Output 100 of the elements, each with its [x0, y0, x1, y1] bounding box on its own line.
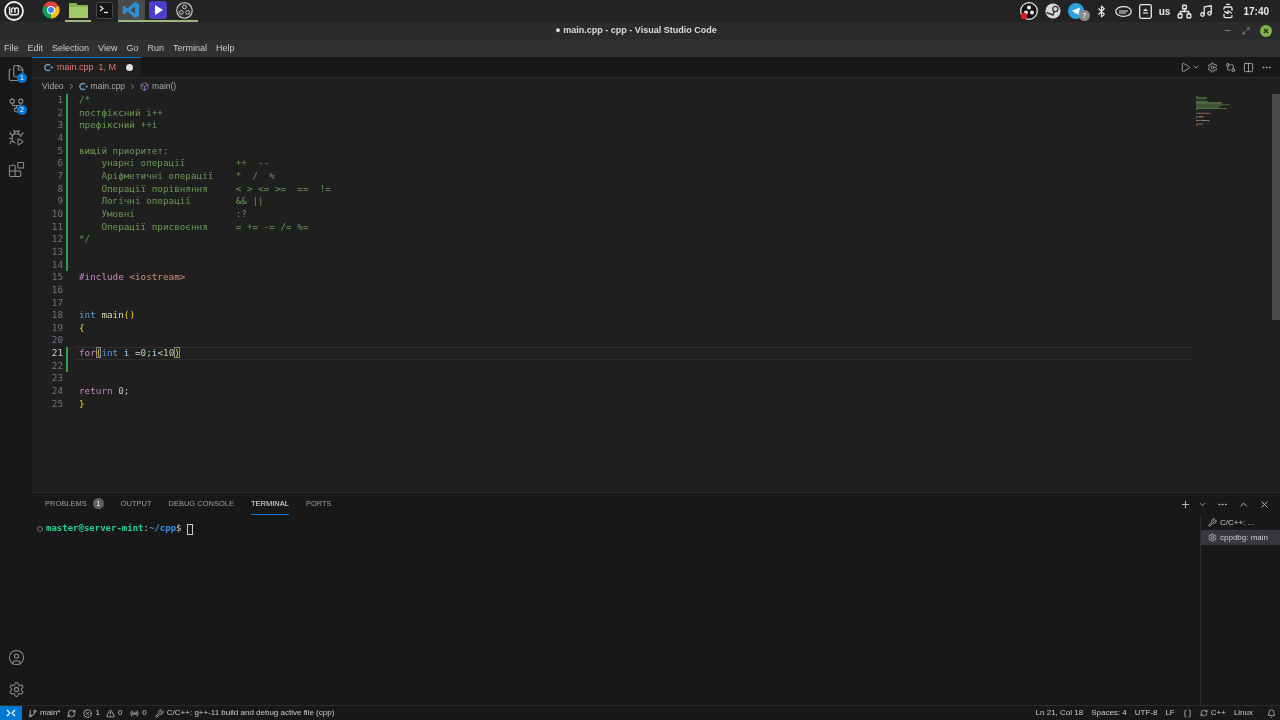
- run-icon[interactable]: [1180, 61, 1191, 73]
- close-icon[interactable]: [1260, 24, 1272, 37]
- code-line: int main(): [78, 309, 135, 322]
- files-icon[interactable]: [7, 64, 25, 82]
- paper-plane-icon[interactable]: [1067, 3, 1084, 19]
- file-type-icon: [78, 81, 88, 91]
- caret-icon[interactable]: [1192, 63, 1200, 71]
- line-number: 4: [56, 131, 63, 145]
- music-icon[interactable]: [1199, 4, 1214, 18]
- code-line: вищій приоритет:: [78, 144, 169, 158]
- play-icon: [149, 1, 168, 19]
- line-number: 21: [50, 347, 63, 360]
- line-number: 17: [50, 296, 63, 310]
- menu-item[interactable]: Edit: [27, 42, 44, 54]
- file-type-icon: [44, 63, 53, 72]
- line-number: 12: [50, 233, 63, 246]
- platform[interactable]: Linux: [1229, 706, 1257, 720]
- editor-tab[interactable]: main.cpp 1, M: [32, 57, 142, 77]
- sync-icon[interactable]: [67, 708, 77, 718]
- code-line: for(int i =0;i<10): [75, 347, 1192, 360]
- task-button[interactable]: C/C++: g++-11 build and debug active file (cpp): [150, 706, 339, 720]
- line-number: 7: [56, 169, 63, 183]
- bell-icon[interactable]: [1267, 708, 1276, 718]
- terminal-list-item[interactable]: cppdbg: main: [1201, 530, 1280, 545]
- add-icon[interactable]: [1180, 498, 1191, 510]
- clock[interactable]: 17:40: [1243, 3, 1269, 19]
- recording-icon[interactable]: [1019, 2, 1038, 20]
- remote-icon: [6, 709, 16, 717]
- line-number: 25: [50, 397, 63, 411]
- minimap[interactable]: [1196, 96, 1232, 126]
- line-number: 3: [56, 119, 63, 132]
- menu-item[interactable]: Run: [147, 42, 164, 54]
- branch-icon: [28, 708, 37, 718]
- language-mode[interactable]: C++: [1195, 706, 1230, 720]
- warning-icon: [105, 708, 115, 718]
- line-number: 15: [50, 271, 63, 284]
- menu-item[interactable]: Go: [126, 42, 139, 54]
- breadcrumb-item[interactable]: Video: [42, 79, 64, 93]
- code-line: Операції присвоєння = += -= /= %=: [100, 220, 309, 234]
- branch-button[interactable]: main*: [24, 706, 65, 720]
- account-icon[interactable]: [7, 648, 25, 666]
- line-number: 9: [56, 195, 63, 208]
- close-icon[interactable]: [1259, 498, 1270, 510]
- run-debug-icon[interactable]: [7, 128, 25, 146]
- line-number: 24: [50, 385, 63, 398]
- menu-item[interactable]: Selection: [52, 42, 90, 54]
- maximize-icon[interactable]: [1242, 26, 1250, 35]
- terminal-cursor-icon: [187, 523, 194, 535]
- code-line: Логічні операції && ||: [100, 195, 264, 208]
- braces-icon[interactable]: [1182, 708, 1192, 718]
- line-number: 8: [56, 182, 63, 196]
- code-editor-icon: [122, 1, 141, 19]
- line-number: 6: [56, 157, 63, 170]
- breadcrumb-item[interactable]: main(): [140, 79, 177, 93]
- terminal-icon: [96, 1, 114, 19]
- line-ending[interactable]: LF: [1161, 706, 1179, 720]
- line-number: 19: [50, 321, 63, 335]
- menu-logo-icon[interactable]: [4, 1, 24, 21]
- problems-button[interactable]: 1 0: [79, 706, 127, 720]
- code-line: */: [78, 233, 91, 246]
- split-editor-icon[interactable]: [1243, 61, 1254, 73]
- drive-icon[interactable]: [1138, 3, 1152, 19]
- remote-button[interactable]: [0, 706, 22, 720]
- settings-icon[interactable]: [1207, 61, 1218, 73]
- cursor-position[interactable]: Ln 21, Col 18: [1031, 706, 1088, 720]
- line-number: 2: [56, 106, 63, 120]
- settings-icon[interactable]: [7, 680, 25, 698]
- menu-item[interactable]: Help: [215, 42, 235, 54]
- code-line: Аріфметичні операції * / %: [100, 169, 275, 183]
- source-control-icon[interactable]: [7, 96, 25, 114]
- line-number: 11: [50, 220, 63, 234]
- line-number: 18: [50, 309, 63, 322]
- line-number: 10: [50, 207, 63, 221]
- encoding[interactable]: UTF-8: [1130, 706, 1162, 720]
- oval-logo-icon[interactable]: [1114, 5, 1132, 17]
- line-number: 23: [50, 372, 63, 386]
- terminal-list-item[interactable]: C/C++: ...: [1201, 515, 1280, 530]
- menu-item[interactable]: View: [98, 42, 118, 54]
- line-number: 13: [50, 245, 63, 259]
- scrollbar-thumb[interactable]: [1272, 94, 1280, 320]
- breadcrumb-item[interactable]: main.cpp: [78, 79, 126, 93]
- line-number: 1: [56, 94, 63, 107]
- wrench-icon: [1208, 518, 1217, 527]
- refresh-icon: [1199, 709, 1208, 717]
- menu-item[interactable]: Terminal: [172, 42, 207, 54]
- code-line: }: [78, 397, 85, 411]
- line-number: 22: [50, 359, 63, 373]
- extensions-icon[interactable]: [7, 160, 25, 178]
- round-logo-icon[interactable]: [1044, 3, 1061, 19]
- keyboard-layout[interactable]: us: [1158, 3, 1171, 19]
- network-icon[interactable]: [1177, 3, 1193, 19]
- indentation[interactable]: Spaces: 4: [1087, 706, 1131, 720]
- terminal-prompt: master@server-mint:~/cpp$: [46, 522, 182, 536]
- broadcast-icon: [130, 708, 140, 718]
- menu-item[interactable]: File: [4, 42, 19, 54]
- code-line: унарні операції ++ --: [100, 157, 270, 170]
- line-number: 20: [50, 334, 63, 348]
- compare-icon[interactable]: [1225, 61, 1236, 73]
- ports-button[interactable]: 0: [126, 706, 151, 720]
- gear-icon: [1208, 533, 1217, 542]
